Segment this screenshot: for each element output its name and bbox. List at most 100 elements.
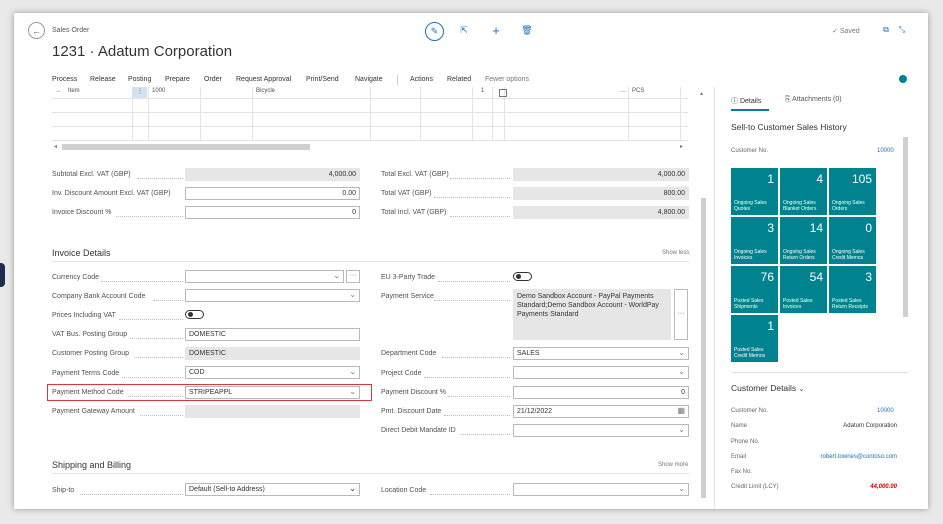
edit-pencil-icon[interactable]: ✎ <box>425 22 444 41</box>
payment-method-label: Payment Method Code <box>52 389 124 396</box>
leader-dots <box>444 415 510 416</box>
show-less-link[interactable]: Show less <box>662 250 689 256</box>
action-posting[interactable]: Posting <box>128 76 151 83</box>
info-dot-icon[interactable] <box>899 75 907 83</box>
tab-attachments[interactable]: ⎘ Attachments (0) <box>785 96 842 104</box>
tile-ongoing-credit-memos[interactable]: 0 Ongoing Sales Credit Memos <box>829 217 876 264</box>
tile-value: 1 <box>767 319 774 333</box>
gateway-amount-value <box>185 405 360 418</box>
shipping-billing-heading[interactable]: Shipping and Billing <box>52 460 131 470</box>
scroll-left-icon[interactable]: ◂ <box>54 143 57 150</box>
company-bank-select[interactable]: ⌄ <box>185 289 360 302</box>
tile-value: 14 <box>809 221 823 235</box>
lines-grid: → Item ⋮ 1000 Bicycle 1 … PCS <box>52 87 688 147</box>
location-code-select[interactable]: ⌄ <box>513 483 689 496</box>
tile-ongoing-return-orders[interactable]: 14 Ongoing Sales Return Orders <box>780 217 827 264</box>
ship-to-select[interactable]: Default (Sell-to Address) ⌄ <box>185 483 360 496</box>
history-customer-no-label: Customer No. <box>731 148 769 154</box>
invoice-discount-pct-input[interactable]: 0 <box>185 206 360 219</box>
tab-details[interactable]: ⓘ Details <box>731 96 761 106</box>
grid-col <box>370 87 371 140</box>
factbox-pane: ⓘ Details ⎘ Attachments (0) Sell-to Cust… <box>714 87 928 509</box>
line-more-icon[interactable]: ⋮ <box>137 88 143 95</box>
project-code-select[interactable]: ⌄ <box>513 366 689 379</box>
payment-method-select[interactable]: STRIPEAPPL ⌄ <box>185 386 360 399</box>
payment-service-lookup-button[interactable]: ··· <box>674 289 688 340</box>
payment-discount-input[interactable]: 0 <box>513 386 689 399</box>
factbox-scrollbar-thumb[interactable] <box>903 137 908 317</box>
currency-lookup-button[interactable]: ··· <box>346 270 360 283</box>
department-code-select[interactable]: SALES ⌄ <box>513 347 689 360</box>
eu-3party-toggle[interactable] <box>513 272 532 281</box>
doc-type: Sales Order <box>52 27 90 34</box>
show-more-link[interactable]: Show more <box>658 462 688 468</box>
action-navigate[interactable]: Navigate <box>355 76 383 83</box>
tile-posted-invoices[interactable]: 54 Posted Sales Invoices <box>780 266 827 313</box>
cd-email-label: Email <box>731 454 747 460</box>
line-no[interactable]: 1000 <box>152 88 165 94</box>
action-request-approval[interactable]: Request Approval <box>236 76 291 83</box>
pmt-discount-date-input[interactable]: 21/12/2022 ▦ <box>513 405 689 418</box>
vat-bus-input[interactable]: DOMESTIC <box>185 328 360 341</box>
cd-email-value[interactable]: robert.townes@contoso.com <box>803 454 897 460</box>
horizontal-scrollbar-thumb[interactable] <box>62 144 310 150</box>
total-incl-vat-label: Total Incl. VAT (GBP) <box>381 209 447 216</box>
action-actions[interactable]: Actions <box>410 76 433 83</box>
chevron-down-icon: ⌄ <box>678 348 685 357</box>
line-lookup-icon[interactable]: … <box>620 88 626 94</box>
tile-ongoing-invoices[interactable]: 3 Ongoing Sales Invoices <box>731 217 778 264</box>
cd-customer-no-value[interactable]: 10000 <box>877 408 894 414</box>
action-release[interactable]: Release <box>90 76 116 83</box>
action-prepare[interactable]: Prepare <box>165 76 190 83</box>
grid-col <box>680 87 681 140</box>
tile-ongoing-blanket-orders[interactable]: 4 Ongoing Sales Blanket Orders <box>780 168 827 215</box>
tile-ongoing-orders[interactable]: 105 Ongoing Sales Orders <box>829 168 876 215</box>
leader-dots <box>153 300 183 301</box>
info-circle-icon: ⓘ <box>731 98 738 105</box>
leader-dots <box>434 197 510 198</box>
tile-posted-shipments[interactable]: 76 Posted Sales Shipments <box>731 266 778 313</box>
calendar-icon[interactable]: ▦ <box>677 406 685 415</box>
prices-incl-vat-toggle[interactable] <box>185 310 204 319</box>
chevron-down-icon: ⌄ <box>678 367 685 376</box>
tile-ongoing-quotes[interactable]: 1 Ongoing Sales Quotes <box>731 168 778 215</box>
action-process[interactable]: Process <box>52 76 77 83</box>
line-quantity[interactable]: 1 <box>481 88 484 94</box>
line-checkbox[interactable] <box>499 89 507 97</box>
inv-discount-amount-input[interactable]: 0.00 <box>185 187 360 200</box>
scroll-right-icon[interactable]: ▸ <box>680 143 683 150</box>
currency-code-select[interactable]: ⌄ <box>185 270 344 283</box>
open-new-window-icon[interactable]: ⧉ <box>880 24 892 36</box>
delete-icon[interactable]: 🗑 <box>520 23 534 37</box>
line-description[interactable]: Bicycle <box>256 88 275 94</box>
line-type[interactable]: Item <box>68 88 80 94</box>
direct-debit-select[interactable]: ⌄ <box>513 424 689 437</box>
payment-terms-select[interactable]: COD ⌄ <box>185 366 360 379</box>
collapse-icon[interactable]: ⤡ <box>896 24 908 36</box>
main-scrollbar-thumb[interactable] <box>701 198 706 498</box>
tile-posted-credit-memos[interactable]: 1 Posted Sales Credit Memos <box>731 315 778 362</box>
row-arrow-icon: → <box>55 88 61 94</box>
eu-3party-label: EU 3-Party Trade <box>381 274 436 281</box>
action-order[interactable]: Order <box>204 76 222 83</box>
invoice-details-heading[interactable]: Invoice Details <box>52 248 111 258</box>
action-related[interactable]: Related <box>447 76 471 83</box>
history-customer-no-value[interactable]: 10000 <box>877 148 894 154</box>
action-fewer-options[interactable]: Fewer options <box>485 76 529 83</box>
share-icon[interactable]: ⇱ <box>457 23 471 37</box>
tile-posted-return-receipts[interactable]: 3 Posted Sales Return Receipts <box>829 266 876 313</box>
cd-credit-limit-value: 44,000.00 <box>870 484 897 490</box>
tile-value: 76 <box>760 270 774 284</box>
customer-details-heading[interactable]: Customer Details ⌄ <box>731 383 804 393</box>
add-icon[interactable]: + <box>489 23 503 38</box>
inv-discount-amount-label: Inv. Discount Amount Excl. VAT (GBP) <box>52 190 171 197</box>
leader-dots <box>461 434 510 435</box>
action-print-send[interactable]: Print/Send <box>306 76 339 83</box>
back-arrow-icon[interactable]: ← <box>28 22 45 39</box>
leader-dots <box>80 494 183 495</box>
leader-dots <box>434 300 510 301</box>
company-bank-label: Company Bank Account Code <box>52 293 146 300</box>
scroll-up-icon[interactable]: ▴ <box>700 90 703 97</box>
payment-terms-label: Payment Terms Code <box>52 370 120 377</box>
line-unit[interactable]: PCS <box>632 88 644 94</box>
